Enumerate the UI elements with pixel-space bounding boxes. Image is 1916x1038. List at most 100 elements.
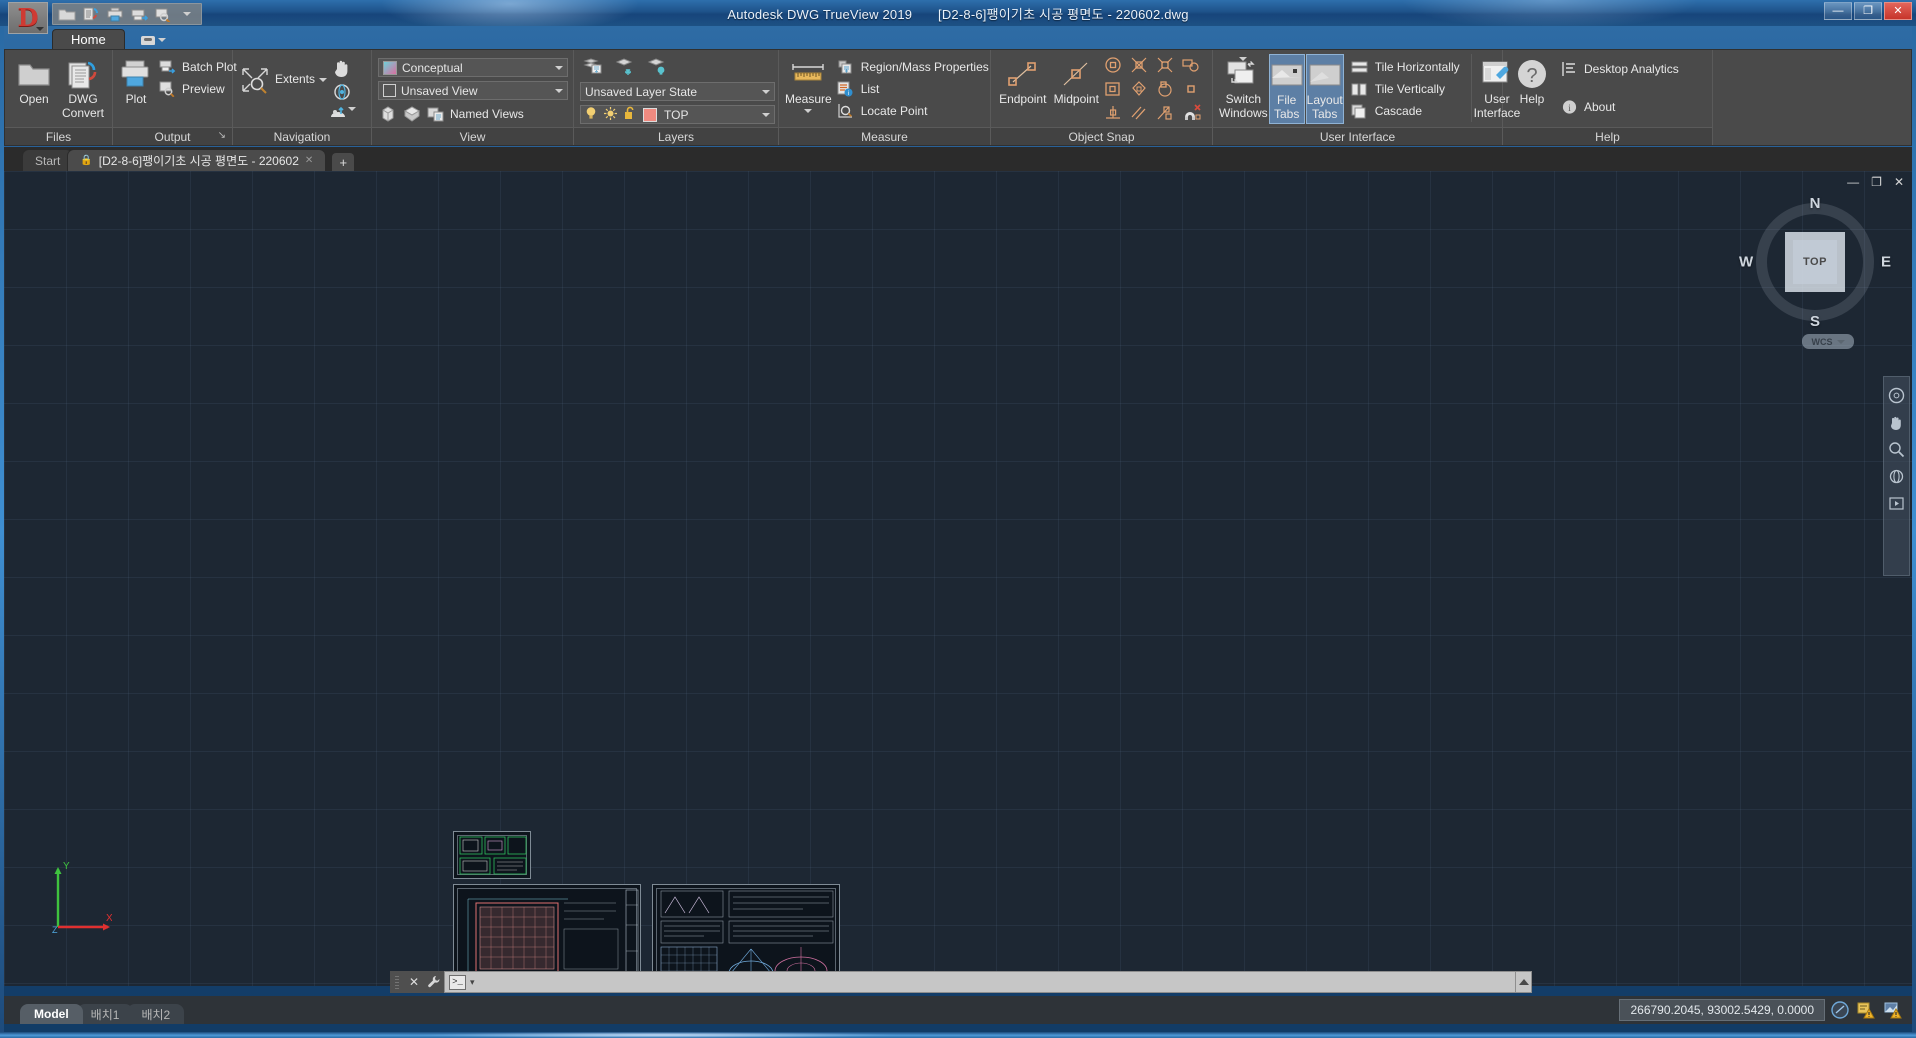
clean-screen-icon[interactable]: [1828, 999, 1852, 1021]
osnap-midpoint-button[interactable]: Midpoint: [1051, 54, 1103, 122]
layer-color-swatch[interactable]: [643, 108, 657, 122]
osnap-quadrant-icon[interactable]: [1156, 80, 1180, 102]
command-line-settings-icon[interactable]: [424, 971, 444, 993]
dwg-convert-button[interactable]: DWG Convert: [60, 54, 106, 122]
new-tab-button[interactable]: +: [332, 153, 354, 171]
layer-state-combo[interactable]: Unsaved Layer State: [580, 82, 775, 101]
viewcube-south-label[interactable]: S: [1810, 313, 1820, 330]
orbit-icon[interactable]: [1887, 466, 1907, 486]
osnap-node-icon[interactable]: [1182, 80, 1206, 102]
qat-batch-plot-icon[interactable]: [128, 5, 150, 23]
pan-icon[interactable]: [1887, 412, 1907, 432]
about-button[interactable]: i About: [1558, 97, 1685, 117]
osnap-center-icon[interactable]: [1104, 56, 1128, 78]
layer-freeze-icon[interactable]: [615, 57, 637, 80]
command-input[interactable]: >_ ▾: [444, 971, 1516, 993]
chevron-down-icon[interactable]: [553, 82, 565, 99]
pan-hand-icon[interactable]: [332, 58, 352, 78]
batch-plot-button[interactable]: Batch Plot: [156, 57, 243, 77]
osnap-tangent-icon[interactable]: [1156, 104, 1180, 126]
layout-tabs-button[interactable]: Layout Tabs: [1306, 54, 1344, 124]
application-menu-button[interactable]: D: [8, 2, 48, 34]
open-button[interactable]: Open: [11, 54, 57, 122]
qat-plot-icon[interactable]: [104, 5, 126, 23]
qat-preview-icon[interactable]: [152, 5, 174, 23]
osnap-apparent-intersection-icon[interactable]: [1156, 56, 1180, 78]
drawing-sheet-small[interactable]: [453, 831, 531, 879]
close-icon[interactable]: ✕: [305, 155, 313, 166]
coordinates-display[interactable]: 266790.2045, 93002.5429, 0.0000: [1619, 999, 1825, 1021]
maximize-button[interactable]: ❐: [1854, 2, 1882, 20]
chevron-down-icon[interactable]: [348, 107, 356, 128]
zoom-icon[interactable]: [1887, 439, 1907, 459]
chevron-down-icon[interactable]: [760, 106, 772, 123]
command-line-drag-handle[interactable]: [390, 971, 404, 993]
viewcube-north-label[interactable]: N: [1810, 195, 1821, 212]
ucs-dropdown[interactable]: WCS: [1802, 334, 1854, 349]
minimize-button[interactable]: —: [1824, 2, 1852, 20]
layout-tab-batchi2[interactable]: 배치2: [127, 1004, 184, 1024]
osnap-insert-icon[interactable]: [1104, 80, 1128, 102]
list-button[interactable]: i List: [835, 79, 995, 99]
chevron-down-icon[interactable]: [1239, 57, 1247, 61]
qat-overflow-icon[interactable]: [176, 5, 198, 23]
viewport-close-button[interactable]: ✕: [1894, 175, 1904, 189]
fullnav-wheel-icon[interactable]: [1887, 385, 1907, 405]
layer-unlock-icon[interactable]: [624, 106, 636, 123]
layer-thaw-sun-icon[interactable]: [604, 107, 617, 123]
tab-home[interactable]: Home: [52, 29, 125, 50]
file-tab-start[interactable]: Start: [22, 149, 73, 171]
osnap-parallel-icon[interactable]: [1130, 104, 1154, 126]
viewport-restore-button[interactable]: ❐: [1871, 175, 1882, 189]
drawing-canvas[interactable]: — ❐ ✕ TOP N S E W WCS: [4, 171, 1912, 986]
chevron-down-icon[interactable]: [760, 83, 772, 100]
tile-vertically-button[interactable]: Tile Vertically: [1349, 79, 1466, 99]
file-tabs-button[interactable]: File Tabs: [1269, 54, 1305, 124]
cascade-button[interactable]: Cascade: [1349, 101, 1466, 121]
steering-wheel-icon[interactable]: [328, 106, 356, 126]
showmotion-icon[interactable]: [1887, 493, 1907, 513]
locate-point-button[interactable]: Locate Point: [835, 101, 995, 121]
osnap-extension-icon[interactable]: [1182, 56, 1206, 78]
plot-button[interactable]: Plot: [119, 54, 153, 122]
visual-style-combo[interactable]: Conceptual: [378, 58, 568, 77]
named-views-label[interactable]: Named Views: [450, 107, 524, 121]
qat-open-icon[interactable]: [56, 5, 78, 23]
help-button[interactable]: ? Help: [1509, 54, 1555, 122]
layer-properties-icon[interactable]: [583, 57, 605, 80]
view-combo[interactable]: Unsaved View: [378, 81, 568, 100]
layer-on-bulb-icon[interactable]: [585, 106, 597, 123]
layout-tab-batchi1[interactable]: 배치1: [77, 1004, 134, 1024]
chevron-down-icon[interactable]: [319, 78, 327, 82]
close-button[interactable]: ✕: [1884, 2, 1912, 20]
region-mass-properties-button[interactable]: Region/Mass Properties: [835, 57, 995, 77]
osnap-geometric-center-icon[interactable]: [1130, 80, 1154, 102]
file-tab-document[interactable]: 🔒 [D2-8-6]팽이기초 시공 평면도 - 220602 ✕: [67, 149, 326, 171]
layout-tab-model[interactable]: Model: [20, 1004, 83, 1024]
chevron-down-icon[interactable]: [553, 59, 565, 76]
chevron-down-icon[interactable]: ▾: [470, 977, 475, 988]
orbit-icon[interactable]: [332, 82, 352, 102]
viewport-minimize-button[interactable]: —: [1847, 175, 1859, 189]
layer-off-icon[interactable]: [647, 57, 669, 80]
output-dialog-launcher[interactable]: ↘: [218, 131, 226, 141]
preview-button[interactable]: Preview: [156, 79, 243, 99]
ribbon-minimize-control[interactable]: [135, 30, 172, 50]
viewcube-face[interactable]: TOP: [1785, 232, 1845, 292]
chevron-down-icon[interactable]: [804, 109, 812, 113]
zoom-extents-button[interactable]: Extents: [239, 58, 325, 98]
viewcube[interactable]: TOP N S E W: [1756, 203, 1874, 321]
switch-windows-button[interactable]: Switch Windows: [1219, 54, 1268, 122]
osnap-endpoint-button[interactable]: Endpoint: [997, 54, 1049, 122]
viewcube-west-label[interactable]: W: [1739, 254, 1753, 271]
command-history-scroll-button[interactable]: [1516, 971, 1532, 993]
command-line-close-button[interactable]: ✕: [404, 971, 424, 993]
osnap-perpendicular-icon[interactable]: [1104, 104, 1128, 126]
viewcube-east-label[interactable]: E: [1881, 254, 1891, 271]
isolate-objects-warning-icon[interactable]: [1855, 999, 1879, 1021]
measure-button[interactable]: Measure: [785, 54, 832, 122]
tile-horizontally-button[interactable]: Tile Horizontally: [1349, 57, 1466, 77]
current-layer-combo[interactable]: TOP: [580, 105, 775, 124]
osnap-none-icon[interactable]: [1182, 104, 1206, 126]
desktop-analytics-button[interactable]: Desktop Analytics: [1558, 59, 1685, 79]
